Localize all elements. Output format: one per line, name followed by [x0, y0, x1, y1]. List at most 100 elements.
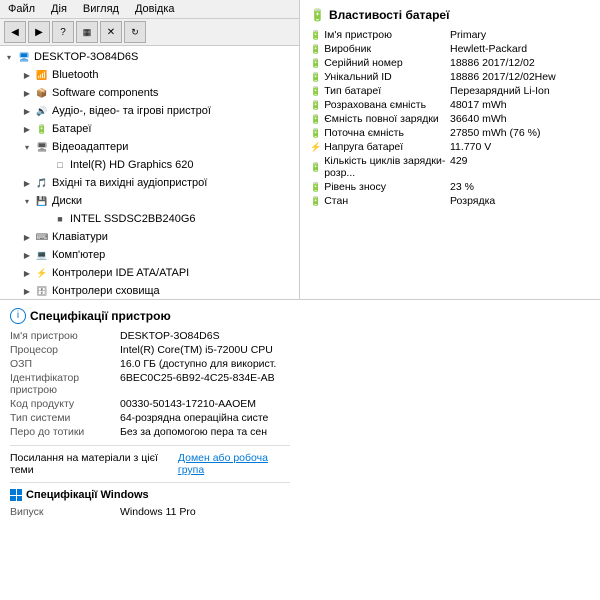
list-item[interactable]: ▶ 🔋 Батареї: [2, 120, 297, 138]
list-item[interactable]: ▶ 🔊 Аудіо-, відео- та ігрові пристрої: [2, 102, 297, 120]
list-item[interactable]: ▶ 🗄 Контролери сховища: [2, 282, 297, 299]
prop-key: 🔋Тип батареї: [310, 85, 450, 97]
expand-btn[interactable]: ▾: [22, 142, 32, 152]
expand-root[interactable]: ▾: [4, 52, 14, 62]
computer-icon: 🖥: [16, 49, 32, 65]
bluetooth-icon: 📶: [34, 67, 50, 83]
info-icon: i: [10, 308, 26, 324]
item-label: Контролери сховища: [52, 285, 160, 297]
tree-root[interactable]: ▾ 🖥 DESKTOP-3O84D6S: [2, 48, 297, 66]
table-row: 🔋Розрахована ємність 48017 mWh: [310, 98, 590, 112]
spec-val: DESKTOP-3O84D6S: [120, 330, 290, 342]
item-label: Аудіо-, відео- та ігрові пристрої: [52, 105, 211, 117]
table-row: Процесор Intel(R) Core(TM) i5-7200U CPU: [10, 343, 290, 357]
list-item[interactable]: ▾ 💾 Диски: [2, 192, 297, 210]
properties-button[interactable]: ▦: [76, 21, 98, 43]
toolbar: ◀ ▶ ? ▦ ✕ ↻: [0, 19, 299, 46]
menu-help[interactable]: Довідка: [133, 2, 177, 16]
list-item[interactable]: ▶ ■ INTEL SSDSC2BB240G6: [2, 210, 297, 228]
spec-val: 6BEC0C25-6B92-4C25-834E-AB: [120, 372, 290, 396]
list-item[interactable]: ▶ □ Intel(R) HD Graphics 620: [2, 156, 297, 174]
table-row: Ідентифікатор пристрою 6BEC0C25-6B92-4C2…: [10, 371, 290, 397]
item-label: Батареї: [52, 123, 91, 135]
leaf-icon: 🔋: [310, 162, 321, 173]
prop-val: 48017 mWh: [450, 99, 590, 111]
uninstall-button[interactable]: ✕: [100, 21, 122, 43]
item-label: Intel(R) HD Graphics 620: [70, 159, 194, 171]
prop-val: 18886 2017/12/02Hew: [450, 71, 590, 83]
prop-key: 🔋Ємність повної зарядки: [310, 113, 450, 125]
table-row: 🔋Поточна ємність 27850 mWh (76 %): [310, 126, 590, 140]
list-item[interactable]: ▶ ⚡ Контролери IDE ATA/ATAPI: [2, 264, 297, 282]
list-item[interactable]: ▾ 🖥 Відеоадаптери: [2, 138, 297, 156]
spec-key: Код продукту: [10, 398, 120, 410]
leaf-icon: 🔋: [310, 30, 321, 41]
back-button[interactable]: ◀: [4, 21, 26, 43]
prop-val: 429: [450, 155, 590, 167]
table-row: 🔋Виробник Hewlett-Packard: [310, 42, 590, 56]
spec-key: Процесор: [10, 344, 120, 356]
item-label: Software components: [52, 87, 158, 99]
table-row: ОЗП 16.0 ГБ (доступно для використ.: [10, 357, 290, 371]
spec-val: 00330-50143-17210-AAOEM: [120, 398, 290, 410]
device-manager-panel: Файл Дія Вигляд Довідка ◀ ▶ ? ▦ ✕ ↻ ▾ 🖥 …: [0, 0, 300, 300]
expand-btn[interactable]: ▶: [22, 250, 32, 260]
domain-link[interactable]: Домен або робоча група: [178, 452, 290, 476]
expand-btn[interactable]: ▾: [22, 196, 32, 206]
expand-btn[interactable]: ▶: [22, 268, 32, 278]
table-row: 🔋Тип батареї Перезарядний Li-Ion: [310, 84, 590, 98]
windows-specs-header: Специфікації Windows: [10, 489, 290, 501]
prop-key: 🔋Ім'я пристрою: [310, 29, 450, 41]
list-item[interactable]: ▶ 🎵 Вхідні та вихідні аудіопристрої: [2, 174, 297, 192]
table-row: 🔋Унікальний ID 18886 2017/12/02Hew: [310, 70, 590, 84]
windows-specs-table: Випуск Windows 11 Pro: [10, 505, 290, 519]
expand-btn[interactable]: ▶: [22, 124, 32, 134]
menu-view[interactable]: Вигляд: [81, 2, 121, 16]
table-row: 🔋Серійний номер 18886 2017/12/02: [310, 56, 590, 70]
menu-bar: Файл Дія Вигляд Довідка: [0, 0, 299, 19]
video-icon: 🖥: [34, 139, 50, 155]
table-row: 🔋Рівень зносу 23 %: [310, 180, 590, 194]
help-button[interactable]: ?: [52, 21, 74, 43]
leaf-icon: 🔋: [310, 72, 321, 83]
battery-title-text: Властивості батареї: [329, 8, 450, 22]
tree-root-label: DESKTOP-3O84D6S: [34, 51, 138, 63]
expand-btn[interactable]: ▶: [22, 70, 32, 80]
battery-section-title: 🔋 Властивості батареї: [310, 8, 590, 22]
spec-key: Перо до тотики: [10, 426, 120, 438]
spec-key: Тип системи: [10, 412, 120, 424]
specs-table: Ім'я пристрою DESKTOP-3O84D6S Процесор I…: [10, 329, 290, 439]
storage-icon: 🗄: [34, 283, 50, 299]
pc-icon: 💻: [34, 247, 50, 263]
item-label: Диски: [52, 195, 82, 207]
expand-btn[interactable]: ▶: [22, 106, 32, 116]
prop-key: 🔋Стан: [310, 195, 450, 207]
list-item[interactable]: ▶ ⌨ Клавіатури: [2, 228, 297, 246]
expand-btn[interactable]: ▶: [22, 232, 32, 242]
leaf-icon: 🔋: [310, 58, 321, 69]
prop-key: 🔋Поточна ємність: [310, 127, 450, 139]
specs-section-title: Специфікації пристрою: [30, 309, 171, 323]
drive-icon: 💾: [34, 193, 50, 209]
leaf-icon: 🔋: [310, 86, 321, 97]
prop-key: 🔋Унікальний ID: [310, 71, 450, 83]
list-item[interactable]: ▶ 📦 Software components: [2, 84, 297, 102]
expand-btn[interactable]: ▶: [22, 178, 32, 188]
menu-file[interactable]: Файл: [6, 2, 37, 16]
expand-btn[interactable]: ▶: [22, 88, 32, 98]
ide-icon: ⚡: [34, 265, 50, 281]
divider: [10, 482, 290, 483]
prop-key: 🔋Виробник: [310, 43, 450, 55]
ssd-icon: ■: [52, 211, 68, 227]
forward-button[interactable]: ▶: [28, 21, 50, 43]
menu-action[interactable]: Дія: [49, 2, 69, 16]
prop-val: 36640 mWh: [450, 113, 590, 125]
list-item[interactable]: ▶ 📶 Bluetooth: [2, 66, 297, 84]
spec-key: Випуск: [10, 506, 120, 518]
scan-button[interactable]: ↻: [124, 21, 146, 43]
device-tree[interactable]: ▾ 🖥 DESKTOP-3O84D6S ▶ 📶 Bluetooth ▶ 📦 So…: [0, 46, 299, 299]
leaf-icon: 🔋: [310, 182, 321, 193]
expand-btn[interactable]: ▶: [22, 286, 32, 296]
prop-val: Розрядка: [450, 195, 590, 207]
list-item[interactable]: ▶ 💻 Комп'ютер: [2, 246, 297, 264]
